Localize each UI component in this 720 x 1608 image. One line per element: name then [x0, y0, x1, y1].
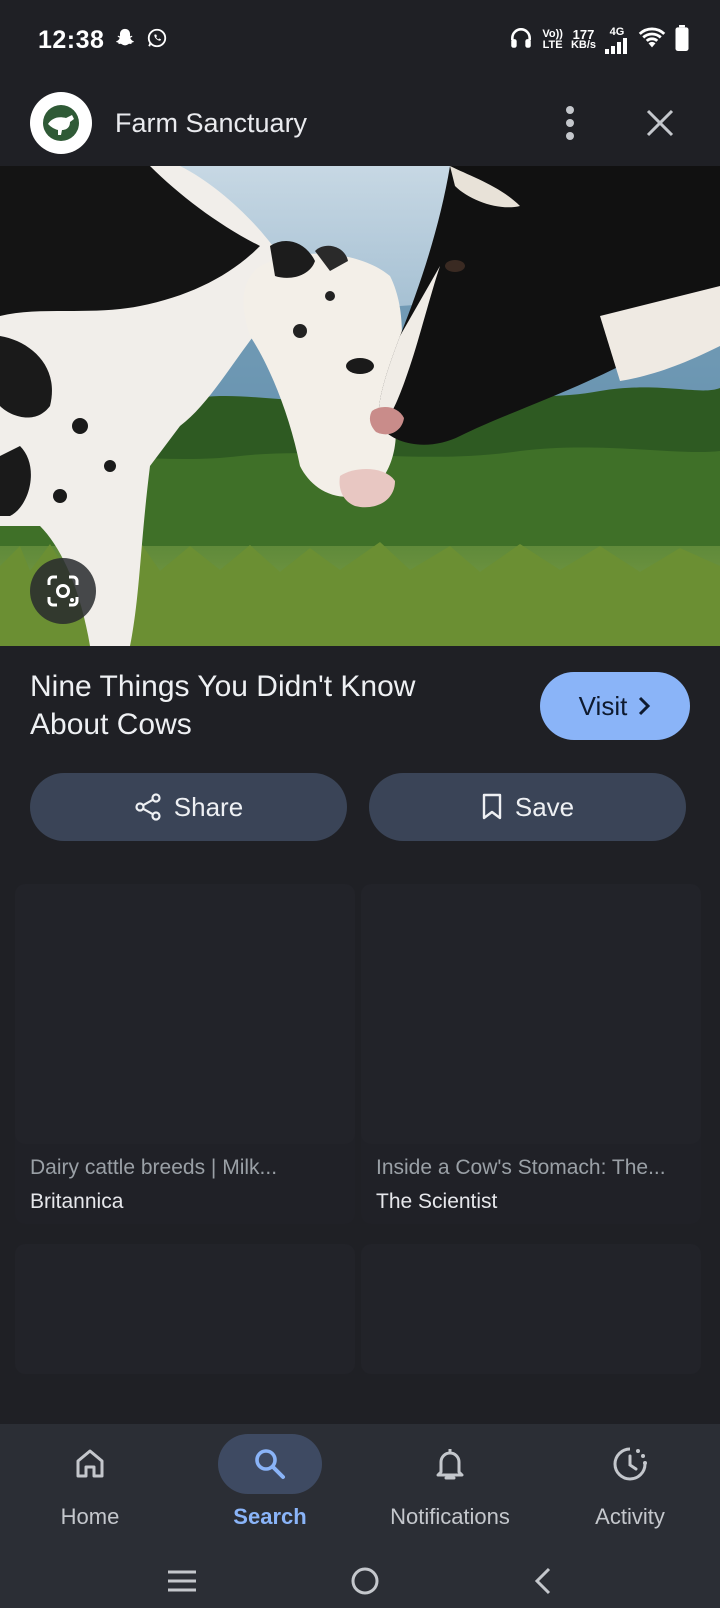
- more-vert-icon: [566, 106, 574, 140]
- nav-home-label: Home: [60, 1504, 120, 1529]
- hero-image[interactable]: [0, 166, 720, 646]
- system-navigation-bar: [0, 1558, 720, 1608]
- circle-home-icon: [351, 1567, 379, 1594]
- google-lens-button[interactable]: [30, 558, 96, 624]
- nav-icon-container: [38, 1434, 142, 1494]
- nav-search-label: Search: [233, 1504, 307, 1529]
- home-icon: [76, 1449, 104, 1478]
- nav-icon-container: [578, 1434, 682, 1494]
- volte-indicator: Vo)) LTE: [542, 29, 563, 51]
- wifi-icon: [638, 26, 666, 55]
- article-title[interactable]: Nine Things You Didn't Know About Cows: [30, 668, 460, 744]
- article-title-row: Nine Things You Didn't Know About Cows V…: [30, 666, 690, 746]
- action-buttons: Share Save: [30, 773, 686, 841]
- back-button[interactable]: [533, 1566, 553, 1601]
- related-source: The Scientist: [376, 1190, 498, 1213]
- snapchat-icon: [114, 27, 136, 54]
- related-card[interactable]: Inside a Cow's Stomach: The... The Scien…: [361, 884, 701, 1224]
- nav-activity[interactable]: Activity: [540, 1434, 720, 1530]
- share-label: Share: [173, 791, 244, 822]
- site-logo[interactable]: [30, 92, 92, 154]
- more-options-button[interactable]: [540, 93, 600, 153]
- bell-icon: [436, 1449, 464, 1480]
- visit-label: Visit: [578, 690, 628, 721]
- activity-icon: [613, 1447, 647, 1481]
- nav-home[interactable]: Home: [0, 1434, 180, 1530]
- related-thumbnail: [361, 884, 701, 1144]
- cows-photo: [0, 166, 720, 646]
- lte-label: LTE: [542, 39, 563, 51]
- nav-notifications-label: Notifications: [390, 1504, 510, 1529]
- related-title: Dairy cattle breeds | Milk...: [30, 1156, 278, 1179]
- nav-icon-container: [218, 1434, 322, 1494]
- cell-type-label: 4G: [609, 25, 625, 38]
- whatsapp-icon: [146, 27, 168, 54]
- nav-search[interactable]: Search: [180, 1434, 360, 1530]
- back-arrow-icon: [535, 1567, 551, 1594]
- save-button[interactable]: Save: [369, 773, 686, 841]
- share-icon: [135, 793, 161, 821]
- network-speed: 177 KB/s: [570, 28, 596, 51]
- nav-activity-label: Activity: [595, 1504, 665, 1529]
- farm-sanctuary-logo-icon: [43, 105, 79, 141]
- related-card-placeholder[interactable]: [15, 1244, 355, 1374]
- related-thumbnail: [361, 1244, 701, 1374]
- close-icon: [646, 109, 674, 137]
- related-source: Britannica: [30, 1190, 124, 1213]
- search-icon: [255, 1449, 285, 1479]
- related-title: Inside a Cow's Stomach: The...: [376, 1156, 666, 1179]
- bookmark-icon: [482, 793, 502, 820]
- cell-signal: 4G: [604, 25, 630, 54]
- nav-notifications[interactable]: Notifications: [360, 1434, 540, 1530]
- share-button[interactable]: Share: [30, 773, 347, 841]
- related-thumbnail: [15, 1244, 355, 1374]
- menu-icon: [167, 1570, 196, 1591]
- chevron-right-icon: [639, 696, 651, 716]
- related-thumbnail: [15, 884, 355, 1144]
- headphones-icon: [508, 25, 534, 56]
- site-name[interactable]: Farm Sanctuary: [115, 108, 540, 139]
- bottom-navigation: Home Search Notifications Activity: [0, 1424, 720, 1558]
- signal-bars-icon: [605, 37, 627, 54]
- recent-apps-button[interactable]: [167, 1569, 197, 1598]
- status-time: 12:38: [38, 25, 105, 54]
- nav-icon-container: [398, 1434, 502, 1494]
- lens-icon: [47, 575, 79, 607]
- close-button[interactable]: [630, 93, 690, 153]
- related-card-placeholder[interactable]: [361, 1244, 701, 1374]
- status-bar: 12:38 Vo)) LTE 177 KB/s 4G: [0, 0, 720, 80]
- save-label: Save: [514, 791, 575, 822]
- related-card[interactable]: Dairy cattle breeds | Milk... Britannica: [15, 884, 355, 1224]
- page-header: Farm Sanctuary: [0, 80, 720, 166]
- speed-unit: KB/s: [570, 39, 596, 51]
- visit-button[interactable]: Visit: [540, 672, 690, 740]
- battery-icon: [674, 24, 690, 56]
- home-system-button[interactable]: [350, 1566, 380, 1601]
